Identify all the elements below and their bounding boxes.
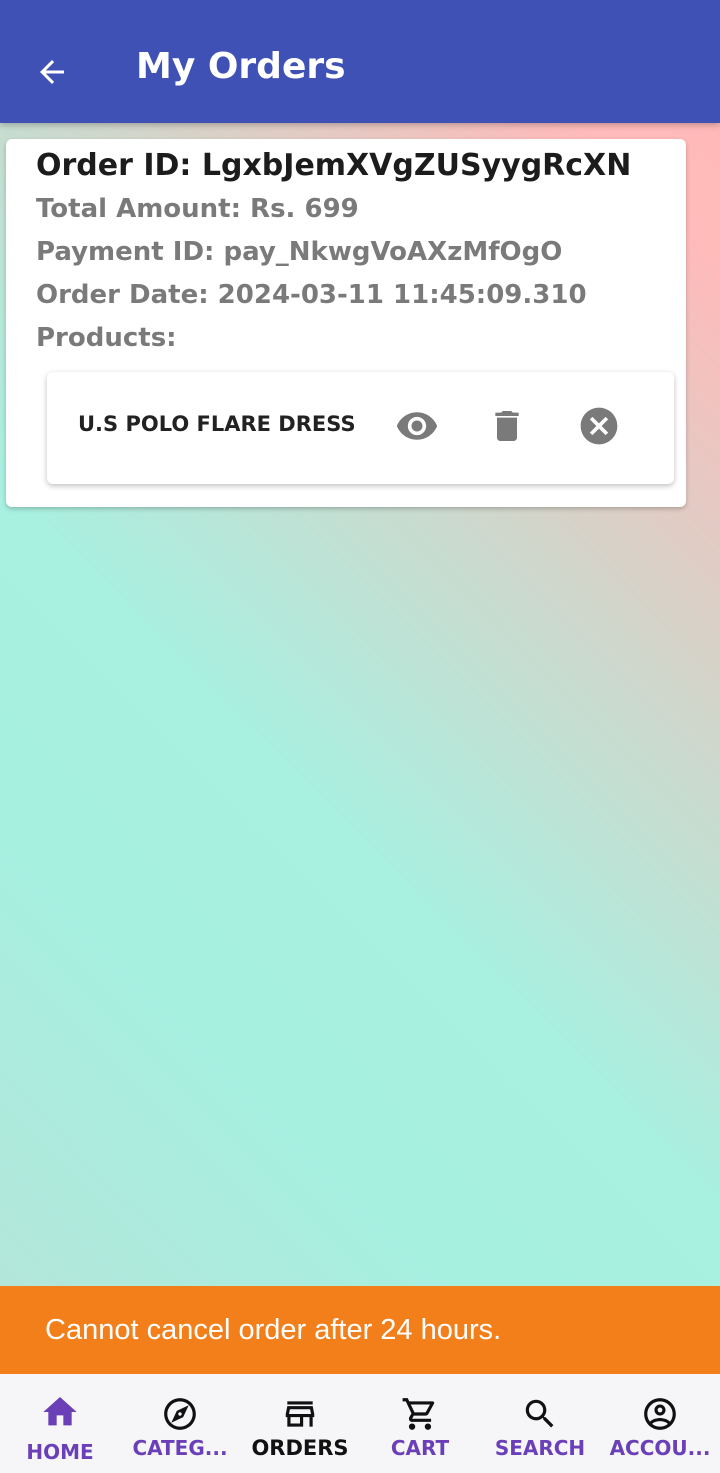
nav-label-account: ACCOU... bbox=[609, 1436, 711, 1460]
home-icon bbox=[40, 1392, 80, 1432]
search-icon bbox=[520, 1394, 560, 1434]
app-bar: My Orders bbox=[0, 0, 720, 123]
account-circle-icon bbox=[640, 1394, 680, 1434]
nav-label-home: HOME bbox=[26, 1440, 94, 1464]
close-circle-icon bbox=[580, 407, 618, 445]
nav-item-home[interactable]: HOME bbox=[0, 1374, 120, 1473]
nav-item-orders[interactable]: ORDERS bbox=[240, 1374, 360, 1473]
nav-item-account[interactable]: ACCOU... bbox=[600, 1374, 720, 1473]
view-product-button[interactable] bbox=[395, 404, 439, 448]
order-id: Order ID: LgxbJemXVgZUSyygRcXN bbox=[36, 148, 632, 183]
snackbar-message: Cannot cancel order after 24 hours. bbox=[45, 1314, 502, 1346]
cart-icon bbox=[400, 1394, 440, 1434]
order-date: Order Date: 2024-03-11 11:45:09.310 bbox=[36, 280, 587, 310]
back-button[interactable] bbox=[30, 52, 74, 92]
nav-item-search[interactable]: SEARCH bbox=[480, 1374, 600, 1473]
delete-product-button[interactable] bbox=[485, 404, 529, 448]
product-item: U.S POLO FLARE DRESS bbox=[47, 372, 674, 484]
cancel-product-button[interactable] bbox=[577, 404, 621, 448]
order-card: Order ID: LgxbJemXVgZUSyygRcXN Total Amo… bbox=[6, 139, 686, 507]
trash-icon bbox=[495, 411, 519, 441]
bottom-navigation: HOME CATEG... ORDERS CART SEARCH ACCOU..… bbox=[0, 1374, 720, 1473]
products-label: Products: bbox=[36, 323, 177, 353]
nav-label-search: SEARCH bbox=[494, 1436, 586, 1460]
compass-icon bbox=[160, 1394, 200, 1434]
page-title: My Orders bbox=[136, 46, 346, 87]
nav-label-categories: CATEG... bbox=[132, 1436, 228, 1460]
snackbar: Cannot cancel order after 24 hours. bbox=[0, 1286, 720, 1374]
arrow-back-icon bbox=[40, 60, 64, 84]
nav-item-cart[interactable]: CART bbox=[360, 1374, 480, 1473]
store-icon bbox=[280, 1394, 320, 1434]
nav-label-orders: ORDERS bbox=[251, 1436, 349, 1460]
eye-icon bbox=[396, 412, 438, 440]
nav-item-categories[interactable]: CATEG... bbox=[120, 1374, 240, 1473]
order-total-amount: Total Amount: Rs. 699 bbox=[36, 194, 359, 224]
order-payment-id: Payment ID: pay_NkwgVoAXzMfOgO bbox=[36, 237, 563, 267]
nav-label-cart: CART bbox=[390, 1436, 450, 1460]
product-name: U.S POLO FLARE DRESS bbox=[78, 412, 356, 436]
